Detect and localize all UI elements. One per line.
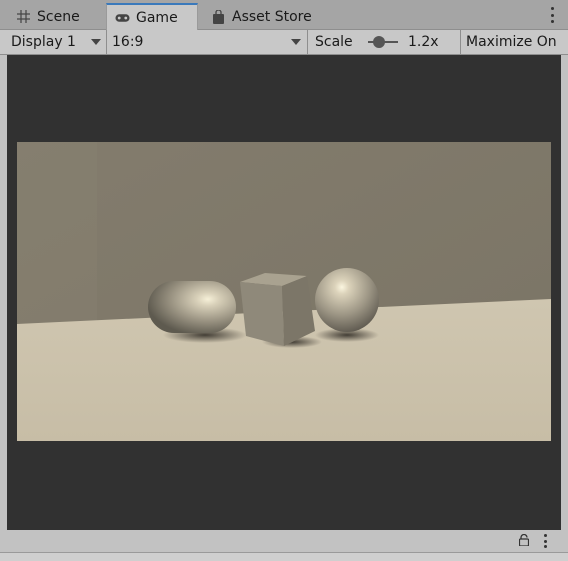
more-options-icon[interactable]	[543, 534, 547, 548]
tab-label: Scene	[37, 8, 80, 25]
more-options-icon[interactable]	[550, 7, 554, 23]
aspect-ratio-dropdown[interactable]: 16:9	[107, 30, 307, 54]
grid-icon	[16, 10, 31, 23]
scale-label: Scale	[315, 34, 353, 50]
display-value: Display 1	[11, 34, 76, 50]
shopping-bag-icon	[211, 9, 226, 24]
gamepad-icon	[115, 11, 130, 24]
chevron-down-icon	[91, 39, 101, 45]
slider-thumb[interactable]	[372, 36, 385, 48]
cube-object	[240, 273, 315, 346]
display-dropdown[interactable]: Display 1	[6, 30, 106, 54]
game-render[interactable]	[17, 142, 551, 441]
capsule-object	[148, 281, 236, 333]
sphere-object	[315, 268, 379, 332]
tab-asset-store[interactable]: Asset Store	[203, 4, 320, 29]
tab-label: Asset Store	[232, 8, 312, 25]
tab-label: Game	[136, 9, 178, 26]
aspect-value: 16:9	[112, 34, 144, 50]
maximize-on-play-toggle[interactable]: Maximize On	[461, 30, 568, 54]
tab-game[interactable]: Game	[106, 3, 198, 30]
tab-scene[interactable]: Scene	[8, 4, 88, 29]
chevron-down-icon	[291, 39, 301, 45]
maximize-label: Maximize On	[466, 34, 557, 50]
scale-value: 1.2x	[408, 34, 439, 50]
game-toolbar: Display 1 16:9 Scale 1.2x Maximize On	[0, 30, 568, 55]
tab-bar: Scene Game Asset Store	[0, 0, 568, 30]
scale-slider[interactable]	[368, 30, 404, 54]
lock-icon[interactable]	[519, 534, 529, 546]
